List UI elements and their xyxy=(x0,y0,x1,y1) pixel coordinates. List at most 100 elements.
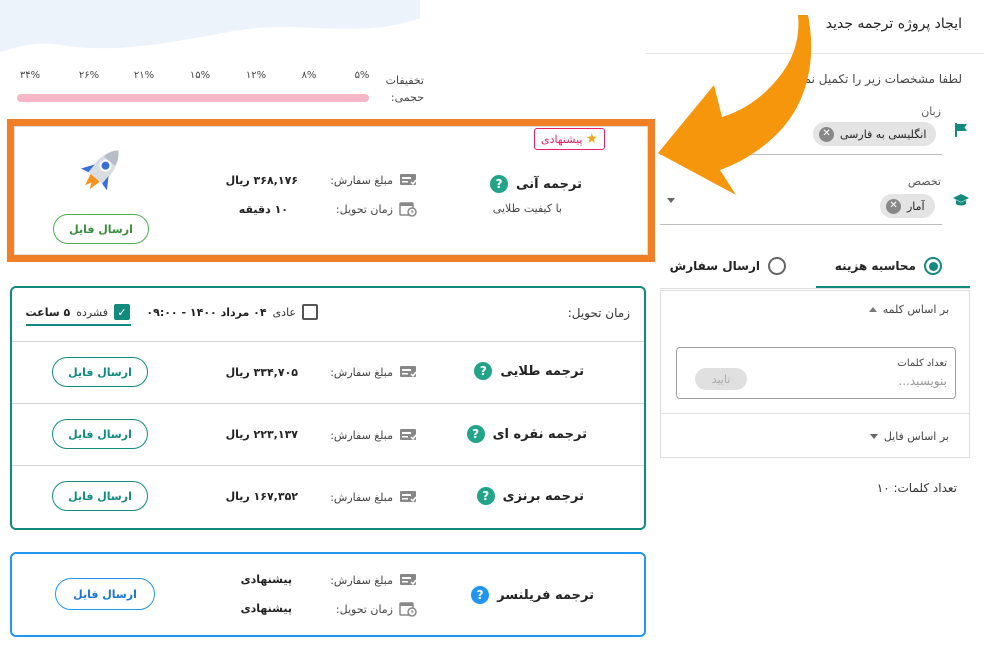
tier-gold-amount-label: مبلغ سفارش: xyxy=(330,364,417,380)
tier-bronze-name: ترجمه برنزی ? xyxy=(476,487,584,505)
discount-label: تخفیفات حجمی: xyxy=(372,72,424,106)
tab-submit-order[interactable]: ارسال سفارش xyxy=(670,257,786,275)
tier-bronze-amount: ۱۶۷,۳۵۲ ریال xyxy=(225,490,298,503)
radio-selected-icon xyxy=(924,257,942,275)
rocket-icon xyxy=(80,150,119,191)
instant-product-name: ترجمه آنی ? xyxy=(490,175,582,193)
receipt-icon xyxy=(400,491,417,503)
tier-bronze-amount-label-text: مبلغ سفارش: xyxy=(330,490,393,504)
accordion-by-file[interactable]: بر اساس فایل xyxy=(869,430,949,443)
tier-silver-send-file-button[interactable]: ارسال فایل xyxy=(52,419,148,449)
delivery-normal-value: ۰۴ مرداد ۱۴۰۰ - ۰۹:۰۰ xyxy=(146,305,267,319)
suggested-badge-label: پیشنهادی xyxy=(541,132,583,146)
delivery-fast-option[interactable]: ✓ فشرده ۵ ساعت xyxy=(26,304,130,320)
help-icon[interactable]: ? xyxy=(474,362,493,380)
freelancer-time: پیشنهادی xyxy=(240,602,292,615)
tier-bronze-amount-label: مبلغ سفارش: xyxy=(330,489,417,505)
specialty-chip[interactable]: آمار ✕ xyxy=(880,194,935,218)
freelancer-name: ترجمه فریلنسر ? xyxy=(471,586,594,604)
discount-label-line1: تخفیفات xyxy=(385,74,424,87)
tier-silver-name: ترجمه نقره ای ? xyxy=(466,425,587,443)
delivery-fast-underline xyxy=(26,324,131,326)
language-chip-label: انگلیسی به فارسی xyxy=(840,127,927,141)
discount-tick: ۳۴% xyxy=(19,70,41,81)
tier-bronze-label: ترجمه برنزی xyxy=(502,488,584,504)
tab-submit-order-label: ارسال سفارش xyxy=(669,259,760,273)
freelancer-time-label-text: زمان تحویل: xyxy=(335,602,393,616)
tier-silver-amount-label: مبلغ سفارش: xyxy=(330,427,417,443)
freelancer-name-label: ترجمه فریلنسر xyxy=(497,587,594,603)
delivery-fast-value: ۵ ساعت xyxy=(25,305,71,319)
language-chip[interactable]: انگلیسی به فارسی ✕ xyxy=(813,122,937,146)
instant-name-label: ترجمه آنی xyxy=(516,176,582,192)
tier-gold-amount-label-text: مبلغ سفارش: xyxy=(330,365,393,379)
word-count-input-label: تعداد کلمات xyxy=(897,358,947,369)
accordion-by-word-label: بر اساس کلمه xyxy=(882,303,949,316)
tier-gold-amount: ۳۳۴,۷۰۵ ریال xyxy=(225,366,298,379)
tier-silver-amount-label-text: مبلغ سفارش: xyxy=(330,428,393,442)
instant-amount-label: مبلغ سفارش: xyxy=(330,172,417,188)
delivery-fast-prefix: فشرده xyxy=(76,305,108,319)
instant-time-value: ۱۰ دقیقه xyxy=(238,203,288,216)
help-icon[interactable]: ? xyxy=(466,425,485,443)
receipt-icon xyxy=(400,174,417,186)
checkbox-unchecked-icon xyxy=(302,304,318,320)
confirm-button[interactable]: تایید xyxy=(695,368,747,390)
accordion-by-word[interactable]: بر اساس کلمه xyxy=(868,303,949,316)
tier-silver-label: ترجمه نقره ای xyxy=(492,426,587,442)
instant-amount-label-text: مبلغ سفارش: xyxy=(330,173,393,187)
specialty-field-underline xyxy=(660,224,942,225)
instant-send-file-button[interactable]: ارسال فایل xyxy=(53,214,149,244)
star-icon: ★ xyxy=(585,131,599,147)
word-count-placeholder: بنویسید... xyxy=(898,374,947,388)
tier-gold-label: ترجمه طلایی xyxy=(500,363,584,379)
help-icon[interactable]: ? xyxy=(490,175,509,193)
help-icon[interactable]: ? xyxy=(476,487,495,505)
discount-tick: ۱۵% xyxy=(189,70,211,81)
tabs-baseline xyxy=(660,288,970,289)
receipt-icon xyxy=(400,366,417,378)
tab-cost-calculation-label: محاسبه هزینه xyxy=(834,259,916,273)
flag-icon xyxy=(955,123,967,137)
accordion-divider xyxy=(661,413,969,414)
tier-gold-name: ترجمه طلایی ? xyxy=(474,362,584,380)
calendar-clock-icon xyxy=(399,602,417,617)
active-tab-indicator xyxy=(816,286,970,288)
receipt-icon xyxy=(400,429,417,441)
discount-tick: ۵% xyxy=(354,70,370,81)
delivery-time-label: زمان تحویل: xyxy=(567,306,630,320)
calendar-clock-icon xyxy=(399,202,417,217)
highlight-arrow xyxy=(658,15,812,195)
discount-tick: ۸% xyxy=(301,70,317,81)
tab-cost-calculation[interactable]: محاسبه هزینه xyxy=(835,257,942,275)
word-count-summary: تعداد کلمات: ۱۰ xyxy=(876,481,957,495)
discount-label-line2: حجمی: xyxy=(390,91,424,104)
specialty-label: تخصص xyxy=(907,175,941,188)
row-divider xyxy=(12,341,644,342)
row-divider xyxy=(12,465,644,466)
freelancer-amount: پیشنهادی xyxy=(240,573,292,586)
header-wave-decoration xyxy=(0,0,420,52)
instant-time-label: زمان تحویل: xyxy=(336,201,417,217)
delivery-normal-option[interactable]: عادی ۰۴ مرداد ۱۴۰۰ - ۰۹:۰۰ xyxy=(146,304,318,320)
freelancer-send-file-button[interactable]: ارسال فایل xyxy=(55,578,155,610)
suggested-badge: ★ پیشنهادی xyxy=(534,128,606,150)
discount-tick: ۲۶% xyxy=(78,70,100,81)
row-divider xyxy=(12,403,644,404)
accordion-by-file-label: بر اساس فایل xyxy=(883,430,949,443)
close-icon[interactable]: ✕ xyxy=(886,198,901,214)
chevron-down-icon xyxy=(869,434,878,439)
graduation-cap-icon xyxy=(953,194,969,206)
receipt-icon xyxy=(400,574,417,586)
word-count-input[interactable]: تعداد کلمات بنویسید... تایید xyxy=(676,347,956,399)
delivery-normal-prefix: عادی xyxy=(272,305,296,319)
tier-gold-send-file-button[interactable]: ارسال فایل xyxy=(52,357,148,387)
discount-tick: ۲۱% xyxy=(133,70,155,81)
radio-unselected-icon xyxy=(768,257,786,275)
freelancer-amount-label-text: مبلغ سفارش: xyxy=(330,573,393,587)
help-icon[interactable]: ? xyxy=(471,586,490,604)
freelancer-amount-label: مبلغ سفارش: xyxy=(330,572,417,588)
checkbox-checked-icon: ✓ xyxy=(114,304,130,320)
tier-bronze-send-file-button[interactable]: ارسال فایل xyxy=(52,481,148,511)
specialty-chip-label: آمار xyxy=(907,199,925,213)
